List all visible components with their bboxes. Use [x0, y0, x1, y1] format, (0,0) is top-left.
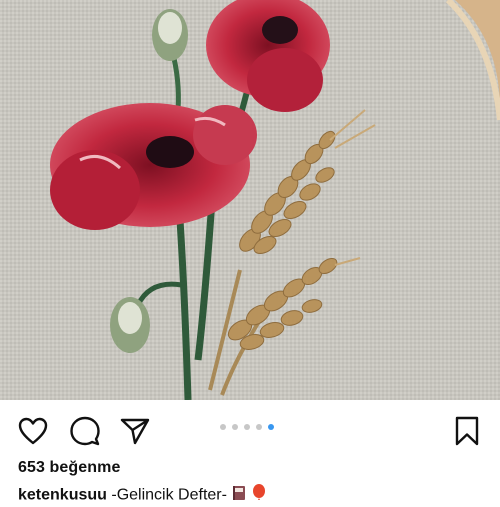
carousel-dot: [244, 424, 250, 430]
carousel-indicator: [220, 424, 274, 430]
carousel-dot-active: [268, 424, 274, 430]
likes-count[interactable]: 653 beğenme: [18, 459, 120, 477]
notebook-emoji: [231, 485, 247, 506]
bookmark-icon[interactable]: [450, 414, 484, 448]
carousel-dot: [220, 424, 226, 430]
caption-text: -Gelincik Defter-: [106, 486, 227, 504]
balloon-emoji: [252, 484, 266, 507]
post-caption: ketenkusuu -Gelincik Defter-: [18, 484, 266, 507]
carousel-dot: [232, 424, 238, 430]
caption-username[interactable]: ketenkusuu: [18, 487, 107, 504]
embroidery-illustration: [0, 0, 500, 400]
carousel-dot: [256, 424, 262, 430]
post-image[interactable]: [0, 0, 500, 400]
heart-icon[interactable]: [16, 414, 50, 448]
send-icon[interactable]: [118, 414, 152, 448]
comment-icon[interactable]: [68, 414, 102, 448]
